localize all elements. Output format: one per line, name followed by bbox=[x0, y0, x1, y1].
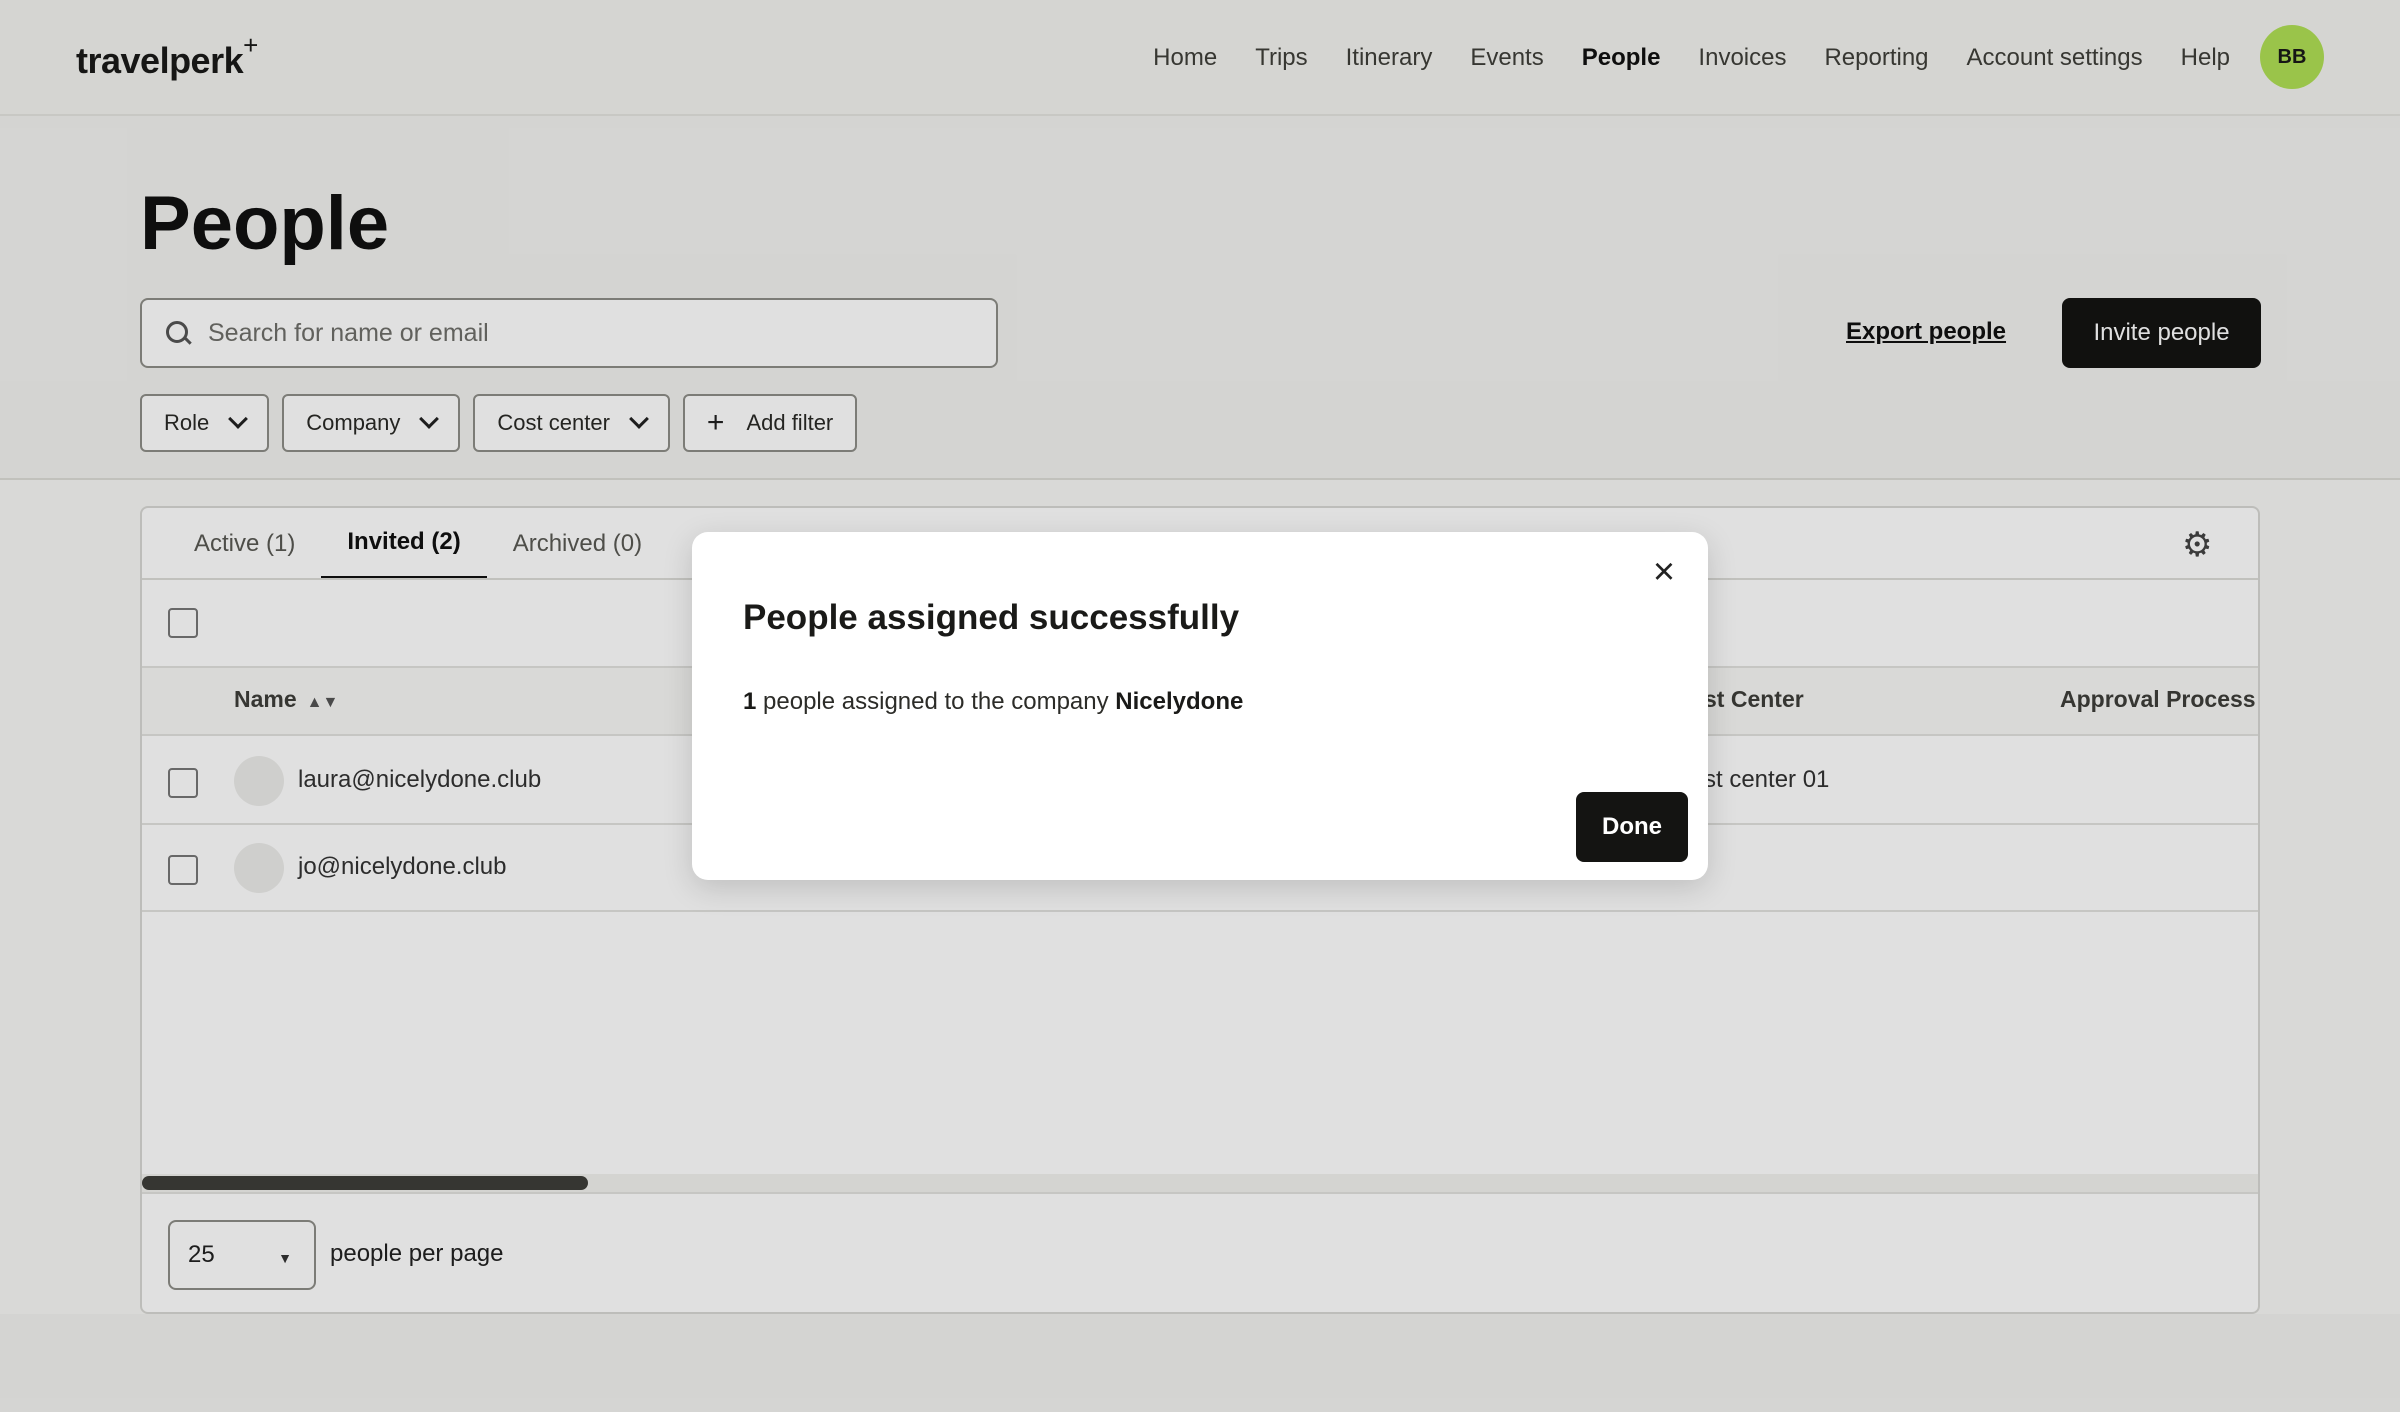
success-dialog: × People assigned successfully 1 people … bbox=[692, 532, 1708, 880]
close-icon[interactable]: × bbox=[1646, 553, 1682, 591]
dialog-title: People assigned successfully bbox=[743, 598, 1240, 637]
done-button[interactable]: Done bbox=[1576, 792, 1688, 862]
dialog-message: 1 people assigned to the company Nicelyd… bbox=[743, 688, 1244, 715]
people-page: travelperk+ Home Trips Itinerary Events … bbox=[0, 0, 2400, 1412]
